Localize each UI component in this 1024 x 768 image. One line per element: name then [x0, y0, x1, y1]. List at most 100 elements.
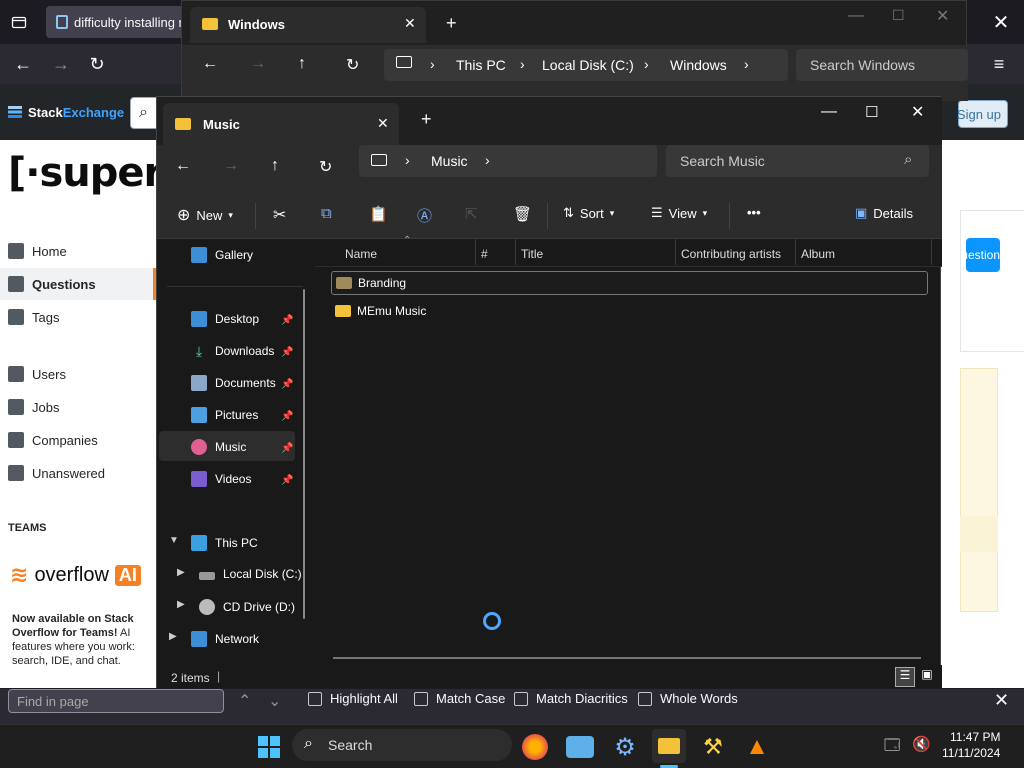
- explorer-tab-windows[interactable]: Windows ✕: [190, 7, 426, 43]
- forward-icon[interactable]: →: [46, 49, 76, 79]
- pin-icon[interactable]: 📌: [281, 379, 293, 390]
- pin-icon[interactable]: 📌: [281, 443, 293, 454]
- nav-scrollbar[interactable]: [303, 289, 305, 619]
- explorer-window-music[interactable]: Music ✕ + — ☐ ✕ ← → ↑ ↻ › Music › Search…: [156, 96, 942, 691]
- nav-documents[interactable]: Documents: [191, 375, 276, 391]
- address-bar[interactable]: › Music ›: [359, 145, 657, 177]
- maximize-icon[interactable]: ☐: [892, 7, 905, 24]
- reload-icon[interactable]: ↻: [82, 49, 112, 79]
- start-button[interactable]: [254, 732, 284, 762]
- whole-words-checkbox[interactable]: Whole Words: [638, 691, 738, 706]
- new-button[interactable]: ⊕ New ▾: [177, 205, 233, 225]
- close-find-bar-icon[interactable]: ✕: [994, 690, 1009, 711]
- nav-tags[interactable]: Tags: [8, 309, 59, 325]
- search-music-box[interactable]: Search Music ⌕: [666, 145, 929, 177]
- close-window-icon[interactable]: ✕: [986, 7, 1016, 37]
- horizontal-scrollbar[interactable]: [333, 657, 921, 659]
- stackexchange-logo[interactable]: StackExchange: [8, 104, 124, 120]
- breadcrumb-local-disk[interactable]: Local Disk (C:): [542, 57, 634, 73]
- control-panel-icon[interactable]: [566, 736, 594, 758]
- maximize-icon[interactable]: ☐: [865, 103, 878, 121]
- column-title[interactable]: Title: [521, 247, 543, 261]
- search-windows-box[interactable]: Search Windows: [796, 49, 968, 81]
- forward-icon[interactable]: →: [250, 55, 266, 73]
- copy-icon[interactable]: ⧉: [321, 205, 332, 222]
- pin-icon[interactable]: 📌: [281, 347, 293, 358]
- nav-network[interactable]: Network: [191, 631, 259, 647]
- list-item-memu-music[interactable]: MEmu Music: [331, 299, 928, 323]
- minimize-icon[interactable]: —: [848, 7, 864, 25]
- up-icon[interactable]: ↑: [271, 157, 279, 175]
- file-explorer-icon[interactable]: [652, 729, 686, 763]
- nav-cd-drive[interactable]: CD Drive (D:): [199, 599, 295, 615]
- details-view-icon[interactable]: ☰: [895, 667, 915, 687]
- back-icon[interactable]: ←: [202, 55, 218, 73]
- nav-videos[interactable]: Videos: [191, 471, 251, 487]
- clock-date[interactable]: 11/11/2024: [942, 746, 1000, 760]
- breadcrumb-music[interactable]: Music: [431, 153, 468, 169]
- ask-question-button[interactable]: Ask Question: [966, 238, 1000, 272]
- nav-desktop[interactable]: Desktop: [191, 311, 259, 327]
- vlc-icon[interactable]: ▲: [742, 732, 772, 762]
- explorer-window-windows[interactable]: Windows ✕ + — ☐ ✕ ← → ↑ ↻ › This PC › Lo…: [181, 0, 968, 101]
- new-tab-icon[interactable]: +: [446, 13, 457, 34]
- nav-questions[interactable]: Questions: [8, 276, 96, 292]
- pin-icon[interactable]: 📌: [281, 475, 293, 486]
- up-icon[interactable]: ↑: [298, 55, 306, 73]
- highlight-all-checkbox[interactable]: Highlight All: [308, 691, 398, 706]
- volume-muted-icon[interactable]: 🔇: [912, 735, 931, 753]
- close-tab-icon[interactable]: ✕: [404, 15, 416, 32]
- new-tab-icon[interactable]: +: [421, 109, 432, 130]
- match-diacritics-checkbox[interactable]: Match Diacritics: [514, 691, 628, 706]
- column-album[interactable]: Album: [801, 247, 835, 261]
- breadcrumb-windows[interactable]: Windows: [670, 57, 727, 73]
- nav-gallery[interactable]: Gallery: [191, 247, 253, 263]
- nav-jobs[interactable]: Jobs: [8, 399, 59, 415]
- address-bar[interactable]: › This PC › Local Disk (C:) › Windows ›: [384, 49, 788, 81]
- nav-downloads[interactable]: ⤓ Downloads: [191, 343, 274, 359]
- share-icon[interactable]: ⇱: [465, 205, 478, 223]
- menu-icon[interactable]: ≡: [984, 49, 1014, 79]
- find-next-icon[interactable]: ⌄: [268, 691, 281, 711]
- refresh-icon[interactable]: ↻: [346, 55, 359, 75]
- back-icon[interactable]: ←: [175, 157, 191, 175]
- python-installer-icon[interactable]: ⚒: [698, 732, 728, 762]
- nav-home[interactable]: Home: [8, 243, 67, 259]
- close-icon[interactable]: ✕: [936, 6, 949, 26]
- signup-button[interactable]: Sign up: [957, 100, 1008, 128]
- explorer-tab-music[interactable]: Music ✕: [163, 103, 399, 145]
- taskbar-search[interactable]: ⌕ Search: [292, 729, 512, 761]
- back-icon[interactable]: ←: [8, 49, 38, 79]
- paste-icon[interactable]: 📋: [369, 205, 388, 223]
- chevron-right-icon[interactable]: ▶: [169, 631, 177, 642]
- tiles-view-icon[interactable]: ▣: [917, 667, 937, 687]
- chevron-right-icon[interactable]: ▶: [177, 567, 185, 578]
- browser-tab[interactable]: difficulty installing m: [46, 6, 186, 38]
- column-name[interactable]: Name: [345, 247, 377, 261]
- column-contributing-artists[interactable]: Contributing artists: [681, 247, 781, 261]
- overflow-ai-logo[interactable]: ≋ overflow AI: [10, 562, 141, 588]
- find-previous-icon[interactable]: ⌃: [238, 691, 251, 711]
- nav-unanswered[interactable]: Unanswered: [8, 465, 105, 481]
- minimize-icon[interactable]: —: [821, 103, 837, 121]
- firefox-icon[interactable]: [522, 734, 548, 760]
- refresh-icon[interactable]: ↻: [319, 157, 332, 177]
- view-button[interactable]: ☰ View ▾: [651, 205, 707, 221]
- breadcrumb-this-pc[interactable]: This PC: [456, 57, 506, 73]
- details-button[interactable]: ▣ Details: [855, 205, 913, 221]
- cut-icon[interactable]: ✂: [273, 205, 286, 225]
- pin-icon[interactable]: 📌: [281, 315, 293, 326]
- nav-local-disk[interactable]: Local Disk (C:): [199, 567, 302, 581]
- chevron-right-icon[interactable]: ▶: [177, 599, 185, 610]
- rename-icon[interactable]: Ⓐ: [417, 205, 432, 226]
- sort-button[interactable]: ⇅ Sort ▾: [563, 205, 614, 221]
- chevron-down-icon[interactable]: ▼: [169, 535, 179, 546]
- nav-pictures[interactable]: Pictures: [191, 407, 258, 423]
- more-options-button[interactable]: •••: [747, 205, 761, 220]
- settings-gear-icon[interactable]: ⚙: [610, 732, 640, 762]
- nav-companies[interactable]: Companies: [8, 432, 98, 448]
- delete-icon[interactable]: 🗑: [513, 205, 532, 223]
- notification-icon[interactable]: 🗔: [884, 735, 900, 760]
- forward-icon[interactable]: →: [223, 157, 239, 175]
- column-number[interactable]: #: [481, 247, 488, 261]
